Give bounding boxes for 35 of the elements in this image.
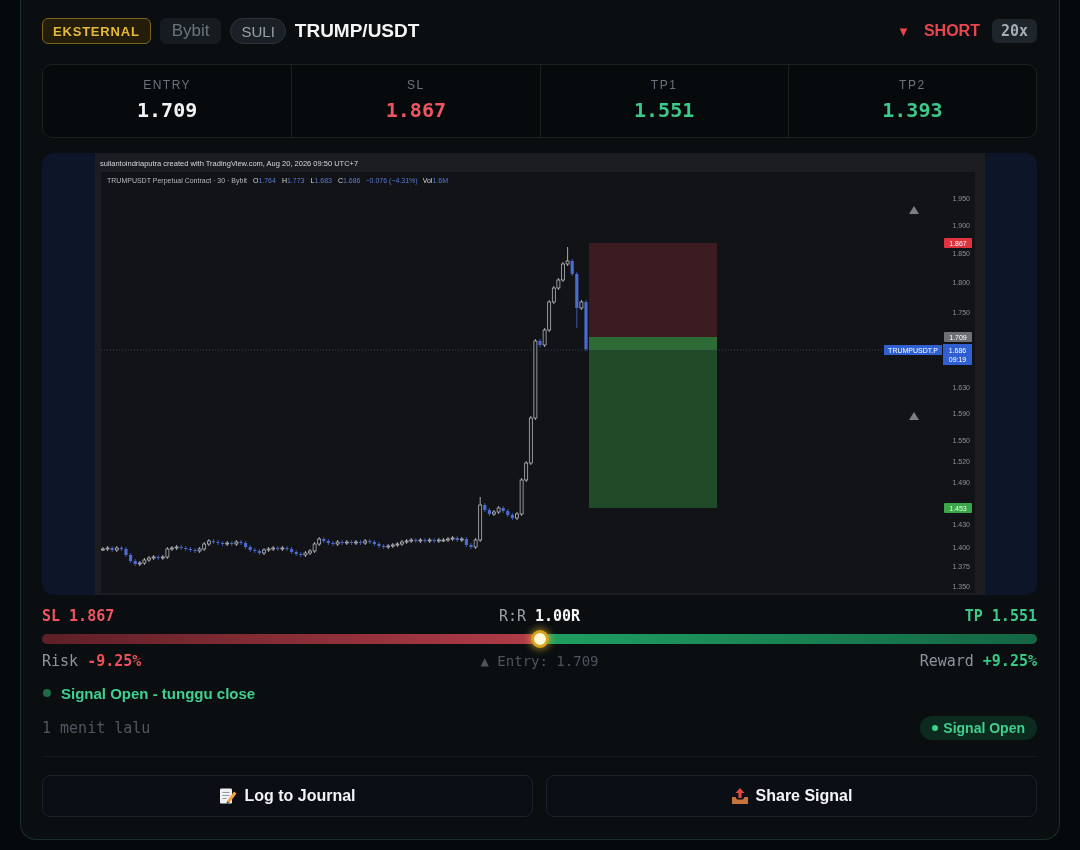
ratio-label: R:R [498,607,526,625]
source-badge: EKSTERNAL [42,18,151,44]
down-arrow-icon: ▼ [897,23,910,39]
reward-value: +9.25% [982,652,1037,670]
direction-label: SHORT [923,22,980,40]
price-level-label: TP2 [899,78,926,92]
exchange-badge: Bybit [159,18,222,44]
stop-loss-label: SL 1.867 [42,607,115,625]
price-level-value: 1.551 [634,98,695,122]
entry-note: ▲ Entry: 1.709 [480,653,599,669]
risk-label: Risk [42,652,79,670]
status-badge-label: Signal Open [943,720,1025,736]
author-badge: SULI [230,18,286,44]
price-level-value: 1.393 [882,98,943,122]
tray-arrow-icon [730,787,749,805]
reward-label: Reward [919,652,974,670]
ratio-value: 1.00R [534,607,581,625]
price-level-label: TP1 [650,78,678,92]
price-level-label: ENTRY [143,78,192,92]
triangle-icon [908,412,919,420]
triangle-icon [908,206,919,214]
share-signal-button[interactable]: Share Signal [546,775,1037,817]
price-level-label: SL [407,78,425,92]
leverage-badge: 20x [991,19,1037,43]
price-level-value: 1.867 [385,98,446,122]
log-journal-button[interactable]: Log to Journal [42,775,533,817]
pair-title: TRUMP/USDT [294,20,420,42]
time-ago: 1 menit lalu [42,719,151,737]
status-dot-icon [43,689,51,697]
status-dot-icon [932,725,939,731]
status-message: Signal Open - tunggu close [61,684,256,702]
notepad-pencil-icon [219,787,238,805]
take-profit-label: TP 1.551 [964,607,1037,625]
price-level-value: 1.709 [137,98,198,122]
risk-value: -9.25% [87,652,142,670]
